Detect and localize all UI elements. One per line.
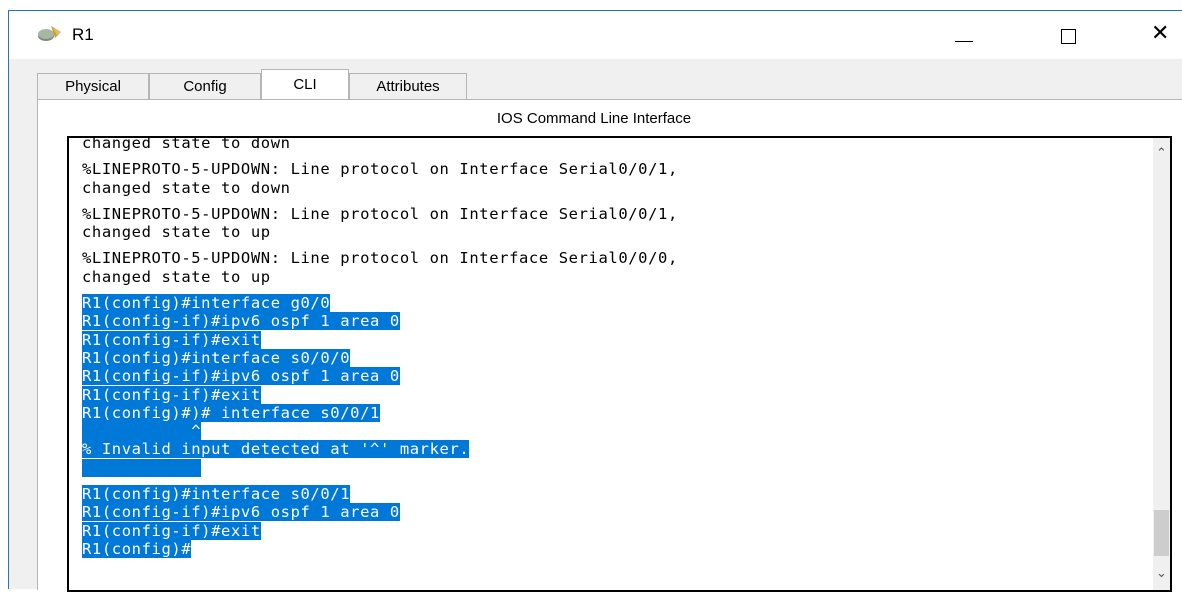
maximize-icon xyxy=(1061,29,1076,44)
console-line: R1(config)#)# interface s0/0/1 xyxy=(82,403,1132,422)
console-line-text: %LINEPROTO-5-UPDOWN: Line protocol on In… xyxy=(82,249,678,268)
cli-panel: IOS Command Line Interface changed state… xyxy=(37,99,1182,592)
console-line: changed state to up xyxy=(82,268,1132,286)
console-line: R1(config-if)#exit xyxy=(82,330,1132,349)
console-line: % Invalid input detected at '^' marker. xyxy=(82,440,1132,459)
console-line-text xyxy=(82,458,202,477)
console-gap xyxy=(82,477,1132,485)
router-icon xyxy=(38,26,61,41)
console-line: R1(config)#interface s0/0/0 xyxy=(82,348,1132,367)
scroll-up-icon[interactable]: ⌃ xyxy=(1156,146,1167,161)
close-button[interactable]: ✕ xyxy=(1137,19,1182,51)
console-line: %LINEPROTO-5-UPDOWN: Line protocol on In… xyxy=(82,205,1132,223)
console-line: R1(config-if)#ipv6 ospf 1 area 0 xyxy=(82,503,1132,522)
console-gap xyxy=(82,286,1132,294)
console-line-text: %LINEPROTO-5-UPDOWN: Line protocol on In… xyxy=(82,204,678,223)
console-line-text: ^ xyxy=(82,422,202,441)
console-line: R1(config-if)#ipv6 ospf 1 area 0 xyxy=(82,367,1132,386)
maximize-button[interactable] xyxy=(1045,19,1091,51)
minimize-icon xyxy=(955,41,973,42)
console-line: R1(config-if)#exit xyxy=(82,521,1132,540)
console-line: R1(config-if)#exit xyxy=(82,385,1132,404)
tab-config[interactable]: Config xyxy=(149,73,261,99)
close-icon: ✕ xyxy=(1151,21,1170,46)
console-line: changed state to up xyxy=(82,223,1132,241)
console-line-text: R1(config-if)#ipv6 ospf 1 area 0 xyxy=(82,312,400,331)
vertical-scrollbar[interactable]: ⌃ ⌄ xyxy=(1153,138,1170,590)
console-line: R1(config-if)#ipv6 ospf 1 area 0 xyxy=(82,312,1132,331)
scroll-thumb[interactable] xyxy=(1154,510,1169,556)
window-title: R1 xyxy=(72,25,94,44)
console-line-text: R1(config-if)#ipv6 ospf 1 area 0 xyxy=(82,367,400,386)
console-line-text: changed state to down xyxy=(82,178,291,197)
console-line-text: R1(config-if)#ipv6 ospf 1 area 0 xyxy=(82,503,400,522)
console-line: %LINEPROTO-5-UPDOWN: Line protocol on In… xyxy=(82,160,1132,178)
console-line: R1(config)#interface s0/0/1 xyxy=(82,485,1132,504)
console-line-text: R1(config-if)#exit xyxy=(82,330,261,349)
console-line-text: changed state to down xyxy=(82,136,291,152)
console-line-text: % Invalid input detected at '^' marker. xyxy=(82,440,470,459)
minimize-button[interactable] xyxy=(941,19,987,51)
console-line-text: R1(config)#interface s0/0/0 xyxy=(82,348,351,367)
cli-console[interactable]: changed state to down %LINEPROTO-5-UPDOWN… xyxy=(67,136,1172,592)
console-output[interactable]: changed state to down %LINEPROTO-5-UPDOWN… xyxy=(82,136,1132,558)
console-line: R1(config)# xyxy=(82,539,1132,558)
console-line-text: R1(config)# xyxy=(82,539,192,558)
console-line: changed state to down xyxy=(82,179,1132,197)
tab-cli[interactable]: CLI xyxy=(261,69,349,100)
scroll-down-icon[interactable]: ⌄ xyxy=(1156,566,1167,581)
console-gap xyxy=(82,241,1132,249)
panel-heading: IOS Command Line Interface xyxy=(496,110,692,127)
console-line-text: R1(config-if)#exit xyxy=(82,521,261,540)
console-line-text: changed state to up xyxy=(82,267,271,286)
console-line-text: R1(config-if)#exit xyxy=(82,385,261,404)
title-bar[interactable]: R1 ✕ xyxy=(9,11,1182,59)
console-gap xyxy=(82,152,1132,160)
console-line: ^ xyxy=(82,422,1132,441)
console-line: %LINEPROTO-5-UPDOWN: Line protocol on In… xyxy=(82,249,1132,267)
console-line-text: changed state to up xyxy=(82,223,271,242)
console-line-text: %LINEPROTO-5-UPDOWN: Line protocol on In… xyxy=(82,160,678,179)
console-line: R1(config)#interface g0/0 xyxy=(82,294,1132,313)
router-window: R1 ✕ Physical Config CLI Attributes IOS … xyxy=(8,10,1182,592)
console-line: changed state to down xyxy=(82,136,1132,152)
tab-attributes[interactable]: Attributes xyxy=(349,73,467,99)
console-line-text: R1(config)#interface s0/0/1 xyxy=(82,485,351,504)
console-line-text: R1(config)#)# interface s0/0/1 xyxy=(82,403,380,422)
tab-physical[interactable]: Physical xyxy=(37,73,149,99)
client-area: Physical Config CLI Attributes IOS Comma… xyxy=(9,59,1182,592)
console-line xyxy=(82,458,1132,477)
console-gap xyxy=(82,197,1132,205)
console-line-text: R1(config)#interface g0/0 xyxy=(82,294,331,313)
